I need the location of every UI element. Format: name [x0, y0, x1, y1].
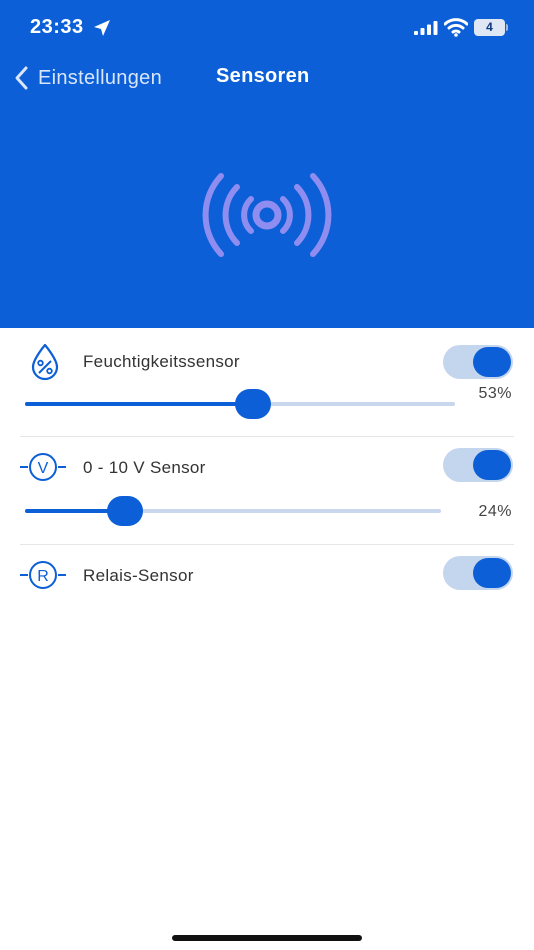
sensor-toggle[interactable] [443, 556, 513, 590]
svg-text:R: R [37, 568, 49, 585]
sensor-label: Relais-Sensor [83, 566, 194, 585]
sensor-slider[interactable] [25, 389, 455, 419]
toggle-knob [473, 450, 511, 480]
wifi-icon [444, 18, 468, 37]
sensor-slider[interactable] [25, 496, 441, 526]
status-bar: 23:33 4 [0, 0, 534, 56]
toggle-knob [473, 347, 511, 377]
chevron-left-icon [15, 66, 28, 90]
location-arrow-icon [94, 20, 110, 36]
cellular-signal-icon [414, 21, 438, 35]
sensor-broadcast-icon [202, 173, 332, 257]
battery-tip [506, 24, 508, 31]
back-button-label: Einstellungen [38, 66, 162, 89]
toggle-knob [473, 558, 511, 588]
voltage-v-icon: V [20, 453, 66, 481]
sensor-label: 0 - 10 V Sensor [83, 458, 206, 477]
svg-text:V: V [38, 460, 49, 477]
slider-value: 24% [478, 503, 512, 520]
home-indicator [172, 935, 362, 941]
battery-icon: 4 [474, 19, 508, 36]
sensor-row-relay: R Relais-Sensor [0, 545, 534, 615]
sensor-toggle[interactable] [443, 345, 513, 379]
back-button[interactable]: Einstellungen [12, 62, 162, 94]
slider-thumb[interactable] [107, 496, 143, 526]
sensor-toggle[interactable] [443, 448, 513, 482]
status-time: 23:33 [30, 16, 84, 38]
slider-fill [25, 402, 253, 406]
slider-thumb[interactable] [235, 389, 271, 419]
page-title: Sensoren [216, 65, 310, 87]
battery-level: 4 [474, 19, 505, 36]
humidity-drop-icon [31, 343, 59, 381]
header-banner: 23:33 4 Einstellungen Sensoren [0, 0, 534, 328]
relay-r-icon: R [20, 561, 66, 589]
slider-value: 53% [478, 385, 512, 402]
sensor-label: Feuchtigkeitssensor [83, 352, 240, 371]
sensor-row-voltage: V 0 - 10 V Sensor 24% [0, 437, 534, 544]
sensor-row-humidity: Feuchtigkeitssensor 53% [0, 328, 534, 436]
